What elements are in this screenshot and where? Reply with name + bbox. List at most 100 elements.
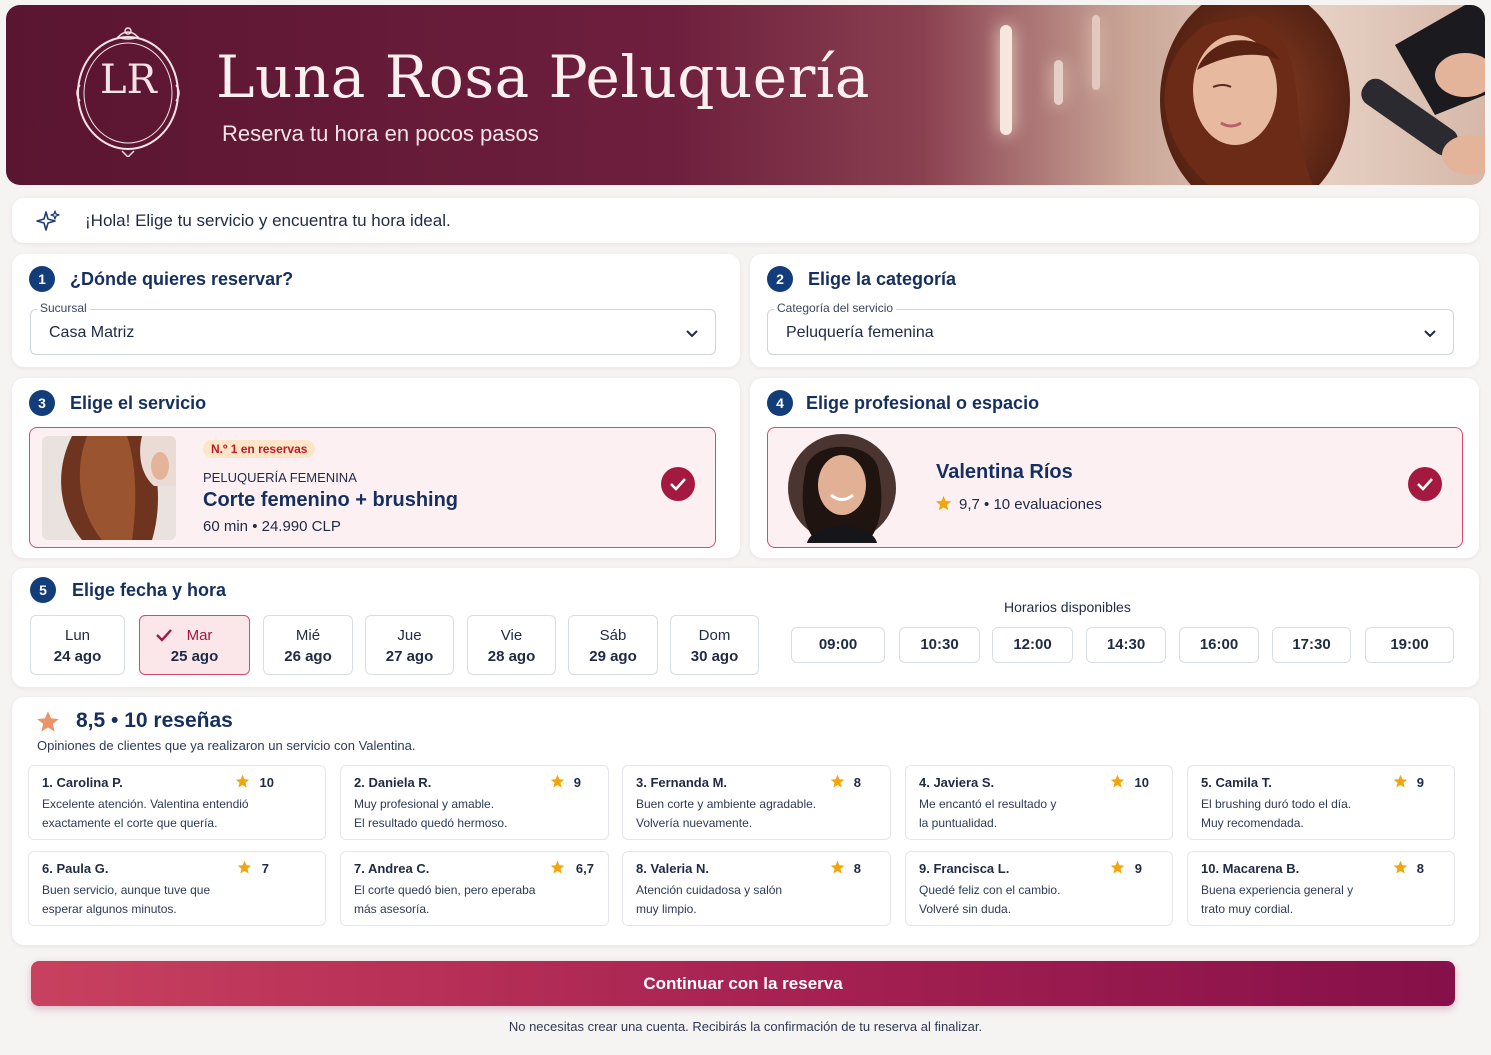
star-icon <box>935 495 952 511</box>
step-number: 4 <box>767 390 793 416</box>
review-score: 7 <box>261 861 269 876</box>
professional-name: Valentina Ríos <box>936 461 1073 483</box>
time-slot-button[interactable]: 10:30 <box>899 627 980 663</box>
service-category: PELUQUERÍA FEMENINA <box>203 470 357 485</box>
review-author: 2. Daniela R. <box>354 775 432 790</box>
service-name: Corte femenino + brushing <box>203 489 459 511</box>
day-date: 25 ago <box>170 648 219 665</box>
step-title: Elige el servicio <box>70 393 207 413</box>
review-text: El brushing duró todo el día. Muy recomen… <box>1201 797 1352 830</box>
step-number: 2 <box>767 266 793 292</box>
review-text: Buena experiencia general y trato muy cor… <box>1201 883 1354 916</box>
review-text: Atención cuidadosa y salón muy limpio. <box>636 883 783 916</box>
day-weekday: Sáb <box>599 627 627 644</box>
review-card: 4. Javiera S. 10 Me encantó el resultado… <box>905 765 1173 840</box>
service-badge: N.º 1 en reservas <box>203 440 316 458</box>
brand-name: Luna Rosa Peluquería <box>216 43 870 111</box>
day-weekday: Vie <box>500 627 523 644</box>
day-weekday: Mié <box>295 627 321 644</box>
day-button[interactable]: Vie 28 ago <box>467 615 556 675</box>
footer-note: No necesitas crear una cuenta. Recibirás… <box>508 1019 983 1034</box>
day-button[interactable]: Jue 27 ago <box>365 615 454 675</box>
category-select[interactable]: Categoría del servicio Peluquería femeni… <box>767 301 1454 355</box>
review-text: Me encantó el resultado y la puntualidad. <box>919 797 1057 830</box>
day-date: 26 ago <box>284 648 332 665</box>
review-text: El corte quedó bien, pero eperaba más ase… <box>354 883 536 916</box>
review-author: 8. Valeria N. <box>636 861 709 876</box>
continue-booking-button[interactable]: Continuar con la reserva <box>31 961 1455 1006</box>
day-weekday: Jue <box>397 627 422 644</box>
day-button[interactable]: Mié 26 ago <box>263 615 353 675</box>
time-slot-button[interactable]: 19:00 <box>1365 627 1454 663</box>
day-button[interactable]: Sáb 29 ago <box>568 615 658 675</box>
review-author: 6. Paula G. <box>42 861 109 876</box>
time-slot-button[interactable]: 12:00 <box>992 627 1073 663</box>
day-date: 30 ago <box>690 648 739 665</box>
professional-card-selected[interactable]: Valentina Ríos 9,7 • 10 evaluaciones <box>767 427 1463 548</box>
step-professional: 4 Elige profesional o espacio Valentina … <box>750 378 1479 558</box>
brand-tagline: Reserva tu hora en pocos pasos <box>222 121 539 146</box>
review-text: Buen corte y ambiente agradable. Volvería… <box>636 797 817 830</box>
review-author: 3. Fernanda M. <box>636 775 728 790</box>
review-text: Buen servicio, aunque tuve que esperar al… <box>42 883 211 916</box>
review-author: 1. Carolina P. <box>42 775 123 790</box>
category-select-value: Peluquería femenina <box>786 324 934 341</box>
step-title: Elige fecha y hora <box>72 580 227 600</box>
service-card-selected[interactable]: N.º 1 en reservas PELUQUERÍA FEMENINA Co… <box>29 427 716 548</box>
day-button[interactable]: Dom 30 ago <box>670 615 759 675</box>
step-number: 3 <box>29 390 55 416</box>
review-text: Muy profesional y amable. El resultado qu… <box>354 797 508 830</box>
review-author: 7. Andrea C. <box>354 861 430 876</box>
day-weekday: Lun <box>64 627 91 644</box>
day-weekday: Dom <box>698 627 731 644</box>
review-card: 1. Carolina P. 10 Excelente atención. Va… <box>28 765 326 840</box>
review-score: 8 <box>1416 861 1424 876</box>
review-card: 9. Francisca L. 9 Quedé feliz con el cam… <box>905 851 1173 926</box>
check-icon <box>670 478 686 491</box>
star-icon <box>1110 774 1125 788</box>
professional-rating: 9,7 • 10 evaluaciones <box>959 496 1102 513</box>
step-title: Elige la categoría <box>808 269 957 289</box>
star-icon <box>1393 774 1408 788</box>
time-slot-button[interactable]: 09:00 <box>791 627 885 663</box>
step-title: ¿Dónde quieres reservar? <box>70 269 294 289</box>
time-slot-button[interactable]: 14:30 <box>1086 627 1166 663</box>
star-icon <box>1393 860 1408 874</box>
review-card: 8. Valeria N. 8 Atención cuidadosa y sal… <box>622 851 891 926</box>
service-details: 60 min • 24.990 CLP <box>203 518 341 535</box>
professional-selected-check <box>1408 467 1442 501</box>
review-card: 2. Daniela R. 9 Muy profesional y amable… <box>340 765 609 840</box>
review-card: 7. Andrea C. 6,7 El corte quedó bien, pe… <box>340 851 609 926</box>
review-text: Excelente atención. Valentina entendió ex… <box>42 797 249 830</box>
chevron-down-icon <box>686 330 698 338</box>
review-card: 6. Paula G. 7 Buen servicio, aunque tuve… <box>28 851 326 926</box>
review-text: Quedé feliz con el cambio. Volveré sin du… <box>919 883 1061 916</box>
hair-stylist-photo <box>1160 5 1485 185</box>
star-icon <box>830 860 845 874</box>
day-date: 28 ago <box>487 648 536 665</box>
step-number: 1 <box>29 266 55 292</box>
review-score: 9 <box>1134 861 1142 876</box>
step-number: 5 <box>30 577 56 603</box>
branch-select-value: Casa Matriz <box>49 324 135 341</box>
star-icon <box>550 860 565 874</box>
step-service: 3 Elige el servicio N.º 1 en reservas PE… <box>12 378 740 558</box>
sparkle-icon <box>36 210 60 231</box>
review-score: 10 <box>1134 775 1149 790</box>
review-score: 8 <box>853 861 861 876</box>
day-date: 24 ago <box>53 648 102 665</box>
star-icon <box>830 774 845 788</box>
review-score: 9 <box>573 775 581 790</box>
review-author: 4. Javiera S. <box>919 775 995 790</box>
time-slot-button[interactable]: 16:00 <box>1179 627 1259 663</box>
review-card: 10. Macarena B. 8 Buena experiencia gene… <box>1187 851 1455 926</box>
time-slot-button[interactable]: 17:30 <box>1272 627 1351 663</box>
category-select-label: Categoría del servicio <box>774 301 897 315</box>
greeting-bar: ¡Hola! Elige tu servicio y encuentra tu … <box>12 198 1479 243</box>
day-button-selected[interactable]: Mar 25 ago <box>139 615 250 675</box>
review-author: 10. Macarena B. <box>1201 861 1300 876</box>
greeting-text: ¡Hola! Elige tu servicio y encuentra tu … <box>85 211 451 230</box>
step-category: 2 Elige la categoría Categoría del servi… <box>750 254 1479 367</box>
branch-select[interactable]: Sucursal Casa Matriz <box>30 301 716 355</box>
day-button[interactable]: Lun 24 ago <box>30 615 125 675</box>
